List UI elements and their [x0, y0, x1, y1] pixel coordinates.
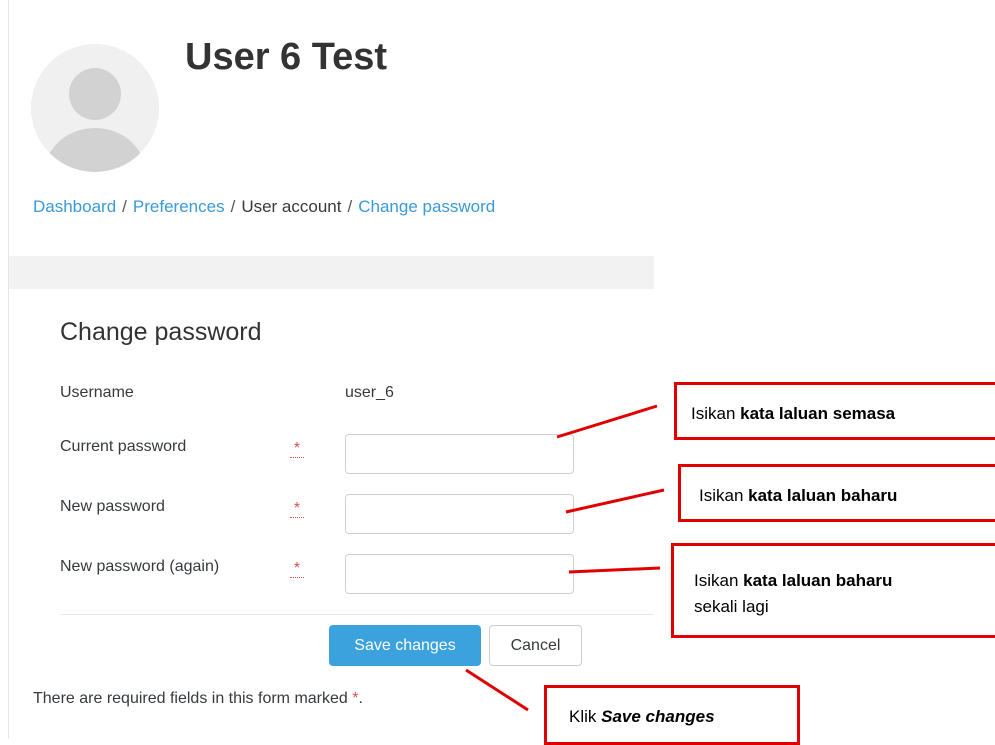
annotation-current-password: Isikan kata laluan semasa [674, 382, 995, 440]
annotation-arrow-current [556, 404, 658, 439]
annotation-save-bold-italic: Save changes [601, 707, 715, 726]
annotation-arrow-again [568, 566, 661, 574]
annotation-arrow-save [465, 668, 529, 712]
annotation-save-prefix: Klik [569, 707, 602, 726]
annotation-arrow-new [565, 488, 665, 514]
annotation-new-bold: kata laluan baharu [748, 486, 898, 505]
annotation-current-bold: kata laluan semasa [740, 404, 896, 423]
annotation-again-suffix: sekali lagi [694, 597, 769, 616]
annotation-new-prefix: Isikan [699, 486, 749, 505]
annotation-save-changes: Klik Save changes [544, 685, 800, 745]
annotation-new-password-again: Isikan kata laluan baharu sekali lagi [671, 543, 995, 638]
annotation-current-prefix: Isikan [691, 404, 741, 423]
annotation-new-password: Isikan kata laluan baharu [678, 464, 995, 522]
annotation-again-bold: kata laluan baharu [743, 571, 893, 590]
annotation-again-prefix: Isikan [694, 571, 744, 590]
